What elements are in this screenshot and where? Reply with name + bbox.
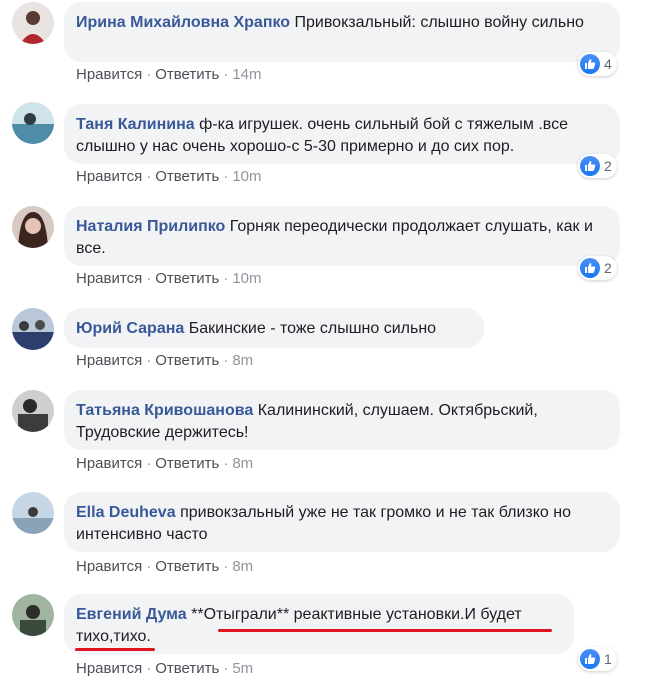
like-link[interactable]: Нравится [76, 352, 142, 369]
comment-actions: Нравится · Ответить · 5m [76, 660, 254, 677]
like-link[interactable]: Нравится [76, 660, 142, 677]
comment-text: Привокзальный: слышно войну сильно [294, 14, 584, 31]
reaction-count[interactable]: 2 [578, 154, 617, 178]
comment-time[interactable]: 14m [232, 66, 261, 83]
avatar[interactable] [12, 492, 54, 534]
comment-actions: Нравится · Ответить · 8m [76, 558, 254, 575]
comment-author[interactable]: Татьяна Кривошанова [76, 402, 253, 419]
reaction-count[interactable]: 1 [578, 647, 617, 671]
comment-time[interactable]: 10m [232, 168, 261, 185]
like-link[interactable]: Нравится [76, 270, 142, 287]
like-link[interactable]: Нравится [76, 455, 142, 472]
comment-time[interactable]: 8m [232, 352, 253, 369]
comment-text: Бакинские - тоже слышно сильно [188, 320, 437, 337]
avatar[interactable] [12, 102, 54, 144]
comment-actions: Нравится · Ответить · 14m [76, 66, 262, 83]
comment-author[interactable]: Евгений Дума [76, 606, 187, 623]
comment-time[interactable]: 8m [232, 455, 253, 472]
comment-bubble: Наталия Прилипко Горняк переодически про… [64, 206, 620, 266]
reply-link[interactable]: Ответить [155, 168, 219, 185]
comment-actions: Нравится · Ответить · 10m [76, 168, 262, 185]
avatar[interactable] [12, 2, 54, 44]
reaction-number: 1 [604, 651, 612, 667]
like-icon [580, 156, 600, 176]
comment-bubble: Ирина Михайловна Храпко Привокзальный: с… [64, 2, 620, 62]
reaction-number: 4 [604, 56, 612, 72]
comment-author[interactable]: Наталия Прилипко [76, 218, 225, 235]
like-icon [580, 258, 600, 278]
reply-link[interactable]: Ответить [155, 66, 219, 83]
reply-link[interactable]: Ответить [155, 352, 219, 369]
comment-actions: Нравится · Ответить · 8m [76, 455, 254, 472]
comment-bubble: Татьяна Кривошанова Калининский, слушаем… [64, 390, 620, 450]
reply-link[interactable]: Ответить [155, 270, 219, 287]
highlight-underline [218, 629, 552, 632]
comment-actions: Нравится · Ответить · 8m [76, 352, 254, 369]
comment-author[interactable]: Юрий Сарана [76, 320, 184, 337]
like-link[interactable]: Нравится [76, 66, 142, 83]
comment-bubble: Юрий Сарана Бакинские - тоже слышно силь… [64, 308, 484, 348]
reaction-count[interactable]: 2 [578, 256, 617, 280]
like-link[interactable]: Нравится [76, 168, 142, 185]
comment-time[interactable]: 8m [232, 558, 253, 575]
comment-author[interactable]: Ella Deuheva [76, 504, 176, 521]
reply-link[interactable]: Ответить [155, 558, 219, 575]
like-icon [580, 649, 600, 669]
comment-actions: Нравится · Ответить · 10m [76, 270, 262, 287]
avatar[interactable] [12, 594, 54, 636]
comment-bubble: Евгений Дума **Отыграли** реактивные уст… [64, 594, 574, 654]
like-icon [580, 54, 600, 74]
comment-author[interactable]: Ирина Михайловна Храпко [76, 14, 290, 31]
reply-link[interactable]: Ответить [155, 660, 219, 677]
avatar[interactable] [12, 308, 54, 350]
comment-time[interactable]: 5m [232, 660, 253, 677]
reaction-number: 2 [604, 260, 612, 276]
comment-author[interactable]: Таня Калинина [76, 116, 195, 133]
highlight-underline [75, 648, 155, 651]
like-link[interactable]: Нравится [76, 558, 142, 575]
reply-link[interactable]: Ответить [155, 455, 219, 472]
reaction-number: 2 [604, 158, 612, 174]
reaction-count[interactable]: 4 [578, 52, 617, 76]
comment-time[interactable]: 10m [232, 270, 261, 287]
avatar[interactable] [12, 206, 54, 248]
comment-bubble: Таня Калинина ф-ка игрушек. очень сильны… [64, 104, 620, 164]
avatar[interactable] [12, 390, 54, 432]
comment-bubble: Ella Deuheva привокзальный уже не так гр… [64, 492, 620, 552]
